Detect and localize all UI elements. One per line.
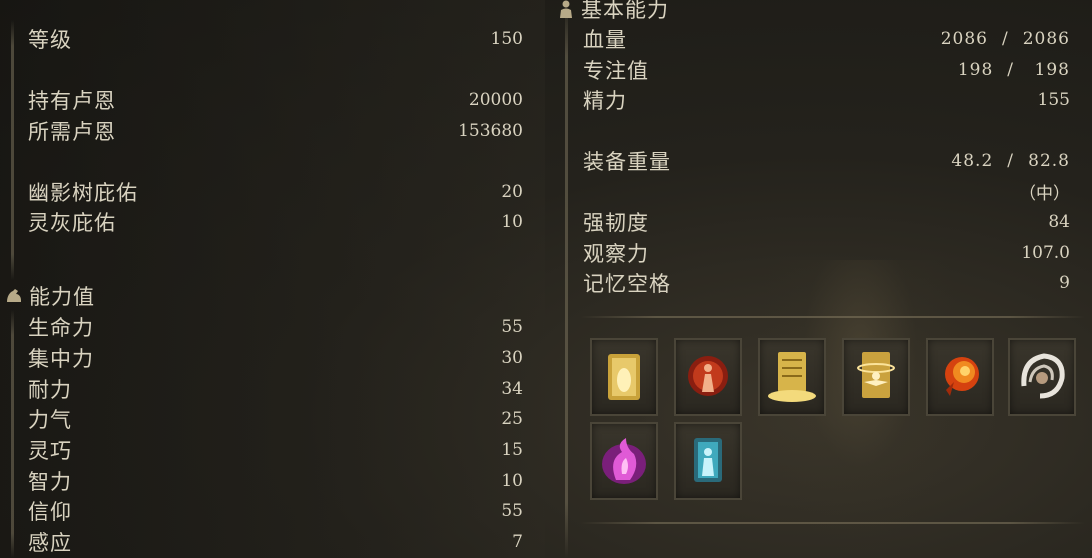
stamina-row: 精力 155 [583, 85, 1070, 115]
stamina-label: 精力 [583, 89, 627, 113]
spell-slot-5[interactable] [926, 338, 994, 416]
golden-blessing-icon [857, 352, 895, 398]
blue-ghost-icon [694, 438, 722, 482]
white-swirl-icon [1021, 353, 1065, 399]
fp-value: 198 / 198 [958, 60, 1070, 80]
scadutree-blessing-label: 幽影树庇佑 [28, 181, 138, 205]
fp-separator: / [1007, 60, 1014, 80]
attribute-row-arcane[interactable]: 感应 7 [28, 527, 523, 557]
poise-value: 84 [1048, 212, 1070, 232]
attribute-row-strength[interactable]: 力气 25 [28, 404, 523, 434]
fp-max: 198 [1034, 60, 1070, 80]
attribute-row-endurance[interactable]: 耐力 34 [28, 374, 523, 404]
hp-label: 血量 [583, 28, 627, 52]
spell-slot-2[interactable] [674, 338, 742, 416]
level-value: 150 [490, 29, 523, 49]
runes-held-label: 持有卢恩 [28, 89, 116, 113]
hp-max: 2086 [1022, 29, 1070, 49]
attribute-value: 25 [501, 409, 523, 429]
attributes-title: 能力值 [29, 285, 95, 309]
attribute-value: 55 [501, 317, 523, 337]
attribute-label: 智力 [28, 470, 72, 494]
memory-slots-label: 记忆空格 [583, 272, 671, 296]
equip-load-current: 48.2 [951, 151, 994, 171]
left-vertical-rule-2 [11, 310, 14, 558]
stamina-value: 155 [1037, 90, 1070, 110]
attribute-row-intelligence[interactable]: 智力 10 [28, 466, 523, 496]
fp-current: 198 [957, 60, 994, 80]
level-label: 等级 [28, 28, 72, 52]
attribute-row-vigor[interactable]: 生命力 55 [28, 312, 523, 342]
attribute-row-faith[interactable]: 信仰 55 [28, 496, 523, 526]
discovery-row: 观察力 107.0 [583, 238, 1070, 268]
poise-label: 强韧度 [583, 211, 649, 235]
equip-load-row: 装备重量 48.2 / 82.8 [583, 146, 1070, 176]
left-status-panel: 等级 150 持有卢恩 20000 所需卢恩 153680 幽影树庇佑 20 灵… [0, 0, 545, 558]
attribute-label: 灵巧 [28, 439, 72, 463]
equip-load-max: 82.8 [1028, 151, 1070, 171]
flexed-arm-icon [4, 286, 24, 306]
attribute-label: 耐力 [28, 378, 72, 402]
equip-load-label: 装备重量 [583, 150, 671, 174]
ash-blessing-value: 10 [501, 212, 523, 232]
attribute-value: 34 [501, 379, 523, 399]
spells-top-divider [580, 316, 1085, 318]
scadutree-blessing-row: 幽影树庇佑 20 [28, 177, 523, 207]
base-stats-title: 基本能力 [581, 0, 669, 22]
spell-slot-1[interactable] [590, 338, 658, 416]
equip-load-status-row: （中） [583, 176, 1070, 206]
poise-row: 强韧度 84 [583, 207, 1070, 237]
attribute-value: 15 [501, 440, 523, 460]
hp-current: 2086 [940, 29, 988, 49]
runes-needed-value: 153680 [458, 121, 523, 141]
base-stats-section-title: 基本能力 [556, 0, 669, 24]
memory-slots-value: 9 [1059, 273, 1070, 293]
ash-blessing-label: 灵灰庇佑 [28, 211, 116, 235]
attribute-row-dexterity[interactable]: 灵巧 15 [28, 435, 523, 465]
attribute-value: 10 [501, 471, 523, 491]
spell-slot-8[interactable] [674, 422, 742, 500]
attributes-section-title: 能力值 [4, 281, 95, 311]
discovery-value: 107.0 [1021, 243, 1070, 263]
fp-row: 专注值 198 / 198 [583, 55, 1070, 85]
red-flame-figure-icon [688, 356, 728, 396]
attribute-label: 力气 [28, 408, 72, 432]
discovery-label: 观察力 [583, 242, 649, 266]
hp-row: 血量 2086 / 2086 [583, 24, 1070, 54]
body-silhouette-icon [556, 0, 576, 19]
attribute-label: 集中力 [28, 347, 94, 371]
left-vertical-rule [11, 20, 14, 280]
spell-slot-7[interactable] [590, 422, 658, 500]
hp-value: 2086 / 2086 [941, 29, 1070, 49]
hp-separator: / [1002, 29, 1009, 49]
equip-load-status: （中） [1019, 183, 1070, 204]
runes-needed-row: 所需卢恩 153680 [28, 116, 523, 146]
ash-blessing-row: 灵灰庇佑 10 [28, 207, 523, 237]
attribute-row-mind[interactable]: 集中力 30 [28, 343, 523, 373]
spells-bottom-divider [580, 522, 1085, 524]
scadutree-blessing-value: 20 [501, 182, 523, 202]
attribute-value: 55 [501, 501, 523, 521]
runes-held-value: 20000 [468, 90, 523, 110]
fireball-icon [945, 357, 979, 396]
attribute-label: 感应 [28, 531, 72, 555]
runes-held-row: 持有卢恩 20000 [28, 85, 523, 115]
golden-incantation-icon [608, 354, 640, 400]
spell-slot-4[interactable] [842, 338, 910, 416]
memory-slots-row: 记忆空格 9 [583, 268, 1070, 298]
equip-load-value: 48.2 / 82.8 [951, 151, 1070, 171]
attribute-value: 30 [501, 348, 523, 368]
spell-slot-3[interactable] [758, 338, 826, 416]
attribute-value: 7 [512, 532, 523, 552]
attribute-label: 信仰 [28, 500, 72, 524]
runes-needed-label: 所需卢恩 [28, 120, 116, 144]
attribute-label: 生命力 [28, 316, 94, 340]
right-status-panel: 基本能力 血量 2086 / 2086 专注值 198 / 198 精力 155… [555, 0, 1092, 558]
fp-label: 专注值 [583, 59, 649, 83]
spell-slot-6[interactable] [1008, 338, 1076, 416]
golden-tablet-icon [768, 352, 816, 402]
pink-flame-icon [602, 438, 646, 484]
level-row: 等级 150 [28, 24, 523, 54]
equip-load-separator: / [1007, 151, 1014, 171]
